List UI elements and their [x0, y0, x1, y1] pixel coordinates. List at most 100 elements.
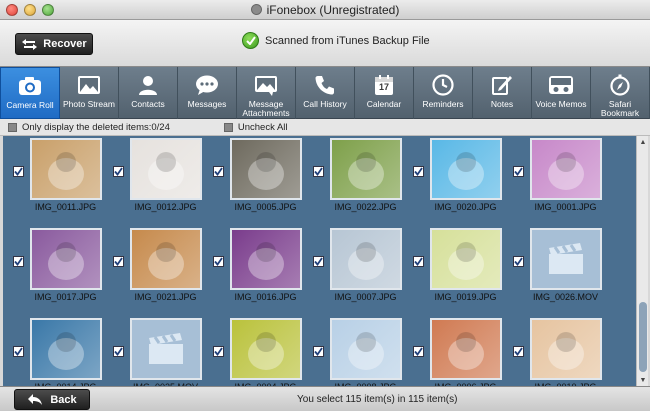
item-checkbox[interactable]	[313, 346, 324, 357]
uncheck-all-label: Uncheck All	[237, 121, 288, 133]
media-item[interactable]: IMG_0016.JPG	[208, 226, 308, 316]
tab-label: Camera Roll	[6, 100, 54, 110]
item-checkbox[interactable]	[213, 166, 224, 177]
tab-contacts[interactable]: Contacts	[119, 67, 178, 119]
uncheck-all-control[interactable]: Uncheck All	[216, 122, 288, 133]
video-thumbnail[interactable]	[530, 228, 602, 290]
item-checkbox[interactable]	[213, 256, 224, 267]
item-checkbox[interactable]	[413, 166, 424, 177]
window-controls	[6, 4, 54, 16]
tab-photo-stream[interactable]: Photo Stream	[60, 67, 119, 119]
media-item[interactable]: IMG_0026.MOV	[508, 226, 608, 316]
media-item[interactable]: IMG_0006.JPG	[408, 316, 508, 386]
media-item[interactable]: IMG_0004.JPG	[208, 316, 308, 386]
media-item[interactable]: IMG_0022.JPG	[308, 136, 408, 226]
item-checkbox[interactable]	[313, 166, 324, 177]
item-checkbox[interactable]	[313, 256, 324, 267]
media-item[interactable]: IMG_0008.JPG	[308, 316, 408, 386]
item-filename: IMG_0022.JPG	[334, 202, 397, 212]
item-checkbox[interactable]	[13, 256, 24, 267]
media-item[interactable]: IMG_0017.JPG	[8, 226, 108, 316]
photo-thumbnail[interactable]	[30, 228, 102, 290]
deleted-only-filter[interactable]: Only display the deleted items:0/24	[0, 122, 170, 133]
compass-icon	[607, 73, 633, 97]
close-window-button[interactable]	[6, 4, 18, 16]
tab-messages[interactable]: Messages	[178, 67, 237, 119]
photo-thumbnail[interactable]	[330, 318, 402, 380]
scroll-up-arrow-icon[interactable]: ▲	[637, 136, 649, 148]
media-item[interactable]: IMG_0025.MOV	[108, 316, 208, 386]
deleted-only-label: Only display the deleted items:0/24	[22, 121, 170, 133]
scan-status: Scanned from iTunes Backup File	[242, 32, 430, 49]
voice-memo-icon	[548, 73, 574, 97]
photo-thumbnail[interactable]	[30, 138, 102, 200]
item-checkbox[interactable]	[513, 346, 524, 357]
photo-thumbnail[interactable]	[530, 138, 602, 200]
filter-bar: Only display the deleted items:0/24 Unch…	[0, 119, 650, 136]
zoom-window-button[interactable]	[42, 4, 54, 16]
media-item[interactable]: IMG_0020.JPG	[408, 136, 508, 226]
item-checkbox[interactable]	[13, 166, 24, 177]
tab-message-attachments[interactable]: Message Attachments	[237, 67, 296, 119]
media-item[interactable]: IMG_0021.JPG	[108, 226, 208, 316]
media-item[interactable]: IMG_0007.JPG	[308, 226, 408, 316]
photo-thumbnail[interactable]	[430, 228, 502, 290]
back-button[interactable]: Back	[14, 389, 90, 410]
media-item[interactable]: IMG_0011.JPG	[8, 136, 108, 226]
deleted-only-checkbox[interactable]	[8, 122, 17, 132]
tab-safari-bookmark[interactable]: Safari Bookmark	[591, 67, 650, 119]
scroll-down-arrow-icon[interactable]: ▼	[637, 374, 649, 386]
photo-thumbnail[interactable]	[30, 318, 102, 380]
clapperboard-icon	[549, 243, 583, 274]
tab-label: Notes	[490, 99, 514, 109]
item-checkbox[interactable]	[513, 166, 524, 177]
photo-thumbnail[interactable]	[230, 228, 302, 290]
grid-scrollbar[interactable]: ▲ ▼	[636, 136, 648, 386]
item-filename: IMG_0016.JPG	[234, 292, 297, 302]
media-item[interactable]: IMG_0012.JPG	[108, 136, 208, 226]
tab-voice-memos[interactable]: Voice Memos	[532, 67, 591, 119]
success-check-icon	[242, 32, 259, 49]
photo-thumbnail[interactable]	[330, 138, 402, 200]
phone-icon	[312, 73, 338, 97]
tab-calendar[interactable]: 17 Calendar	[355, 67, 414, 119]
top-toolbar: Recover Scanned from iTunes Backup File	[0, 20, 650, 67]
title-bar: iFonebox (Unregistrated)	[0, 0, 650, 20]
photo-thumbnail[interactable]	[230, 138, 302, 200]
message-attachments-icon	[253, 73, 279, 97]
item-checkbox[interactable]	[413, 256, 424, 267]
tab-camera-roll[interactable]: Camera Roll	[0, 67, 60, 119]
media-item[interactable]: IMG_0014.JPG	[8, 316, 108, 386]
item-checkbox[interactable]	[113, 256, 124, 267]
scrollbar-thumb[interactable]	[639, 302, 647, 372]
video-thumbnail[interactable]	[130, 318, 202, 380]
media-item[interactable]: IMG_0001.JPG	[508, 136, 608, 226]
item-filename: IMG_0017.JPG	[34, 292, 97, 302]
media-item[interactable]: IMG_0019.JPG	[408, 226, 508, 316]
tab-label: Safari Bookmark	[600, 99, 640, 118]
item-checkbox[interactable]	[13, 346, 24, 357]
photo-thumbnail[interactable]	[330, 228, 402, 290]
recover-button[interactable]: Recover	[15, 33, 93, 55]
item-checkbox[interactable]	[113, 166, 124, 177]
media-item[interactable]: IMG_0010.JPG	[508, 316, 608, 386]
item-checkbox[interactable]	[413, 346, 424, 357]
minimize-window-button[interactable]	[24, 4, 36, 16]
photo-thumbnail[interactable]	[230, 318, 302, 380]
tab-label: Calendar	[366, 99, 402, 109]
uncheck-all-checkbox[interactable]	[223, 122, 233, 132]
tab-notes[interactable]: Notes	[473, 67, 532, 119]
selection-status: You select 115 item(s) in 115 item(s)	[297, 394, 458, 405]
photo-thumbnail[interactable]	[530, 318, 602, 380]
photo-thumbnail[interactable]	[130, 138, 202, 200]
item-checkbox[interactable]	[113, 346, 124, 357]
tab-reminders[interactable]: Reminders	[414, 67, 473, 119]
item-checkbox[interactable]	[213, 346, 224, 357]
photo-thumbnail[interactable]	[430, 138, 502, 200]
item-checkbox[interactable]	[513, 256, 524, 267]
photo-thumbnail[interactable]	[430, 318, 502, 380]
category-tabs: Camera Roll Photo Stream Contacts Messages M…	[0, 67, 650, 119]
photo-thumbnail[interactable]	[130, 228, 202, 290]
tab-call-history[interactable]: Call History	[296, 67, 355, 119]
media-item[interactable]: IMG_0005.JPG	[208, 136, 308, 226]
